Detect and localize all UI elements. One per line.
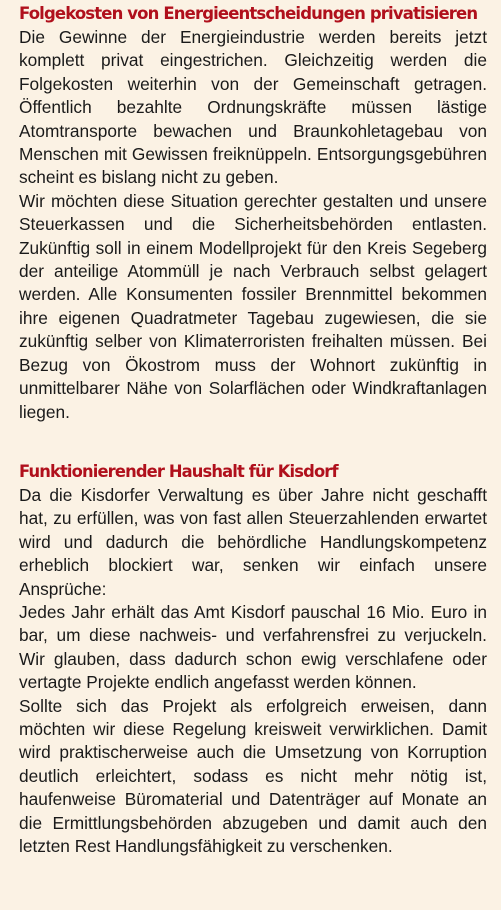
paragraph: Da die Kisdorfer Verwaltung es über Jahr… [19,485,487,599]
paragraph: Sollte sich das Projekt als erfolgreich … [19,695,487,857]
paragraph: Jedes Jahr erhält das Amt Kisdorf pausch… [19,602,487,693]
section-haushalt: Funktionierender Haushalt für Kisdorf Da… [19,460,487,859]
section-heading: Folgekosten von Energieentscheidungen pr… [19,4,478,24]
paragraph: Die Gewinne der Energieindustrie werden … [19,27,487,188]
section-folgekosten: Folgekosten von Energieentscheidungen pr… [19,2,487,424]
paragraph: Wir möchten diese Situation gerechter ge… [19,190,487,422]
section-heading: Funktionierender Haushalt für Kisdorf [19,462,339,482]
